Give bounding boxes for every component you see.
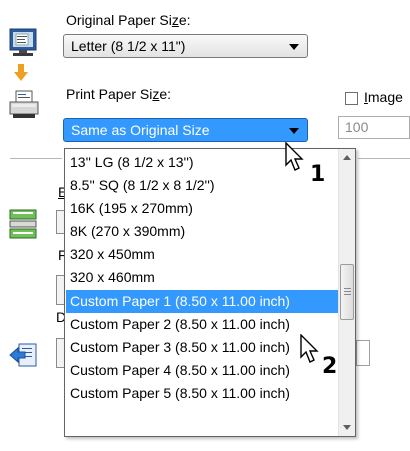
dropdown-option[interactable]: 8K (270 x 390mm) xyxy=(66,220,338,243)
step-number-2: 2 xyxy=(322,354,338,379)
print-paper-size-select[interactable]: Same as Original Size xyxy=(63,118,308,142)
scroll-up-button[interactable] xyxy=(339,149,355,166)
paper-size-dropdown-list[interactable]: 13'' LG (8 1/2 x 13'') 8.5'' SQ (8 1/2 x … xyxy=(64,148,356,437)
dropdown-option[interactable]: 320 x 450mm xyxy=(66,243,338,266)
document-arrow-icon xyxy=(9,343,37,367)
scroll-down-button[interactable] xyxy=(339,419,355,436)
dropdown-option[interactable]: 16K (195 x 270mm) xyxy=(66,197,338,220)
original-paper-size-select[interactable]: Letter (8 1/2 x 11") xyxy=(63,34,308,58)
step-number-1: 1 xyxy=(310,162,326,187)
scroll-up-icon xyxy=(343,155,351,160)
dropdown-option[interactable]: 320 x 460mm xyxy=(66,266,338,289)
original-paper-size-label: Original Paper Size: xyxy=(66,12,191,28)
chevron-down-icon xyxy=(289,44,299,50)
mouse-pointer-icon xyxy=(300,334,319,363)
chevron-down-icon xyxy=(289,128,299,134)
printer-icon xyxy=(9,90,39,118)
dropdown-option[interactable]: Custom Paper 1 (8.50 x 11.00 inch) xyxy=(66,289,338,313)
select-value: Same as Original Size xyxy=(71,122,210,138)
separator xyxy=(10,158,62,159)
dropdown-option[interactable]: Custom Paper 5 (8.50 x 11.00 inch) xyxy=(66,382,338,405)
separator xyxy=(358,158,410,159)
dropdown-scrollbar[interactable] xyxy=(338,149,355,436)
grip-line xyxy=(344,294,351,295)
label-text-end: e: xyxy=(178,12,191,28)
dropdown-items: 13'' LG (8 1/2 x 13'') 8.5'' SQ (8 1/2 x … xyxy=(66,151,338,405)
print-paper-size-label: Print Paper Size: xyxy=(66,86,171,102)
dropdown-option[interactable]: Custom Paper 4 (8.50 x 11.00 inch) xyxy=(66,359,338,382)
down-arrow-icon xyxy=(14,64,28,81)
hidden-panel-edge xyxy=(356,340,370,366)
label-mnemonic: z xyxy=(171,12,179,28)
mouse-pointer-icon xyxy=(285,142,304,171)
percentage-value: 100 xyxy=(345,119,369,135)
image-checkbox-label: Image xyxy=(364,89,403,105)
scroll-down-icon xyxy=(343,425,351,430)
scrollbar-thumb[interactable] xyxy=(340,264,354,320)
label-text: Original Paper Si xyxy=(66,12,172,28)
image-checkbox[interactable] xyxy=(345,92,358,105)
monitor-icon xyxy=(9,28,37,56)
paper-tray-icon xyxy=(9,209,37,239)
dropdown-option[interactable]: Custom Paper 3 (8.50 x 11.00 inch) xyxy=(66,336,338,359)
percentage-field[interactable]: 100 xyxy=(338,116,410,139)
grip-line xyxy=(344,288,351,289)
label-text-end: e: xyxy=(159,86,172,102)
label-text: mage xyxy=(367,89,403,105)
dropdown-option[interactable]: 8.5'' SQ (8 1/2 x 8 1/2'') xyxy=(66,174,338,197)
label-text: Print Paper Si xyxy=(66,86,153,102)
select-value: Letter (8 1/2 x 11") xyxy=(71,38,186,54)
dropdown-option[interactable]: Custom Paper 2 (8.50 x 11.00 inch) xyxy=(66,313,338,336)
grip-line xyxy=(344,291,351,292)
